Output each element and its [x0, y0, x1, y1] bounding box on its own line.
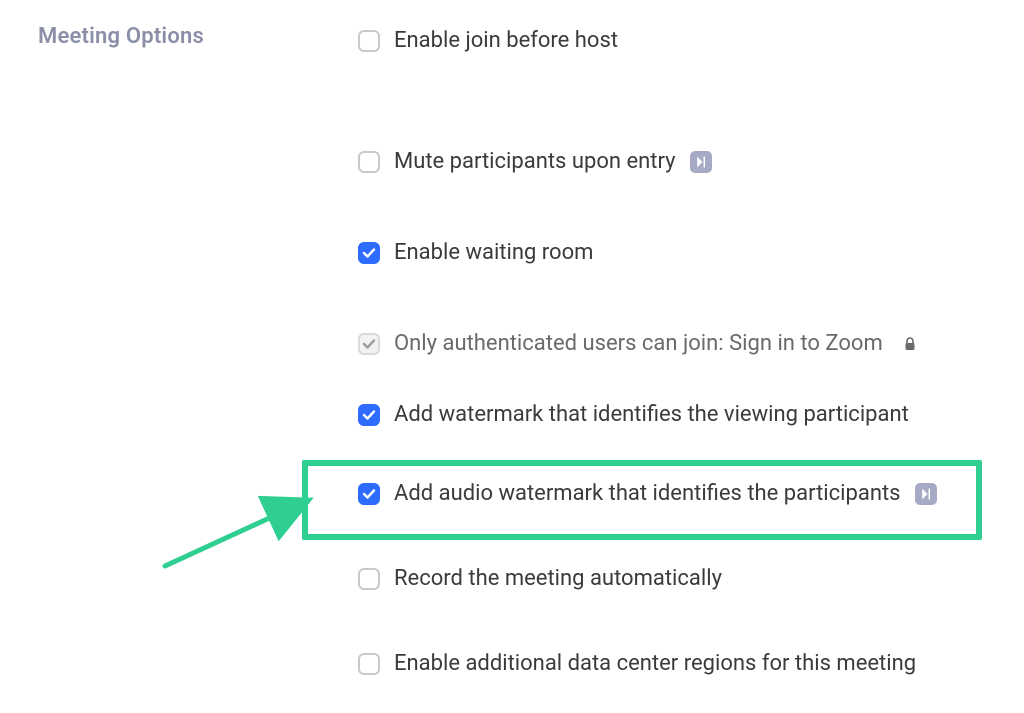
option-label: Enable additional data center regions fo… [394, 651, 916, 676]
checkbox-icon[interactable] [358, 653, 380, 675]
option-label: Record the meeting automatically [394, 566, 722, 591]
checkbox-icon [358, 333, 380, 355]
option-add-video-watermark[interactable]: Add watermark that identifies the viewin… [352, 398, 1012, 431]
option-label: Add audio watermark that identifies the … [394, 481, 901, 506]
checkbox-icon[interactable] [358, 483, 380, 505]
option-enable-data-center-regions[interactable]: Enable additional data center regions fo… [352, 647, 1012, 680]
option-mute-participants-upon-entry[interactable]: Mute participants upon entry [352, 145, 1012, 178]
checkbox-icon[interactable] [358, 242, 380, 264]
lock-icon [903, 336, 917, 352]
annotation-arrow-icon [160, 488, 330, 568]
option-label: Enable join before host [394, 28, 618, 53]
info-icon[interactable] [690, 151, 712, 173]
meeting-options-list: Enable join before host Mute participant… [352, 24, 1012, 680]
info-icon[interactable] [915, 483, 937, 505]
section-title: Meeting Options [38, 24, 204, 49]
option-add-audio-watermark[interactable]: Add audio watermark that identifies the … [352, 477, 1012, 510]
option-label: Add watermark that identifies the viewin… [394, 402, 909, 427]
option-label: Mute participants upon entry [394, 149, 676, 174]
checkbox-icon[interactable] [358, 30, 380, 52]
option-enable-join-before-host[interactable]: Enable join before host [352, 24, 1012, 57]
option-label: Enable waiting room [394, 240, 593, 265]
checkbox-icon[interactable] [358, 151, 380, 173]
option-only-authenticated-users: Only authenticated users can join: Sign … [352, 327, 1012, 360]
option-label: Only authenticated users can join: Sign … [394, 331, 883, 356]
checkbox-icon[interactable] [358, 568, 380, 590]
option-enable-waiting-room[interactable]: Enable waiting room [352, 236, 1012, 269]
checkbox-icon[interactable] [358, 404, 380, 426]
option-record-automatically[interactable]: Record the meeting automatically [352, 562, 1012, 595]
